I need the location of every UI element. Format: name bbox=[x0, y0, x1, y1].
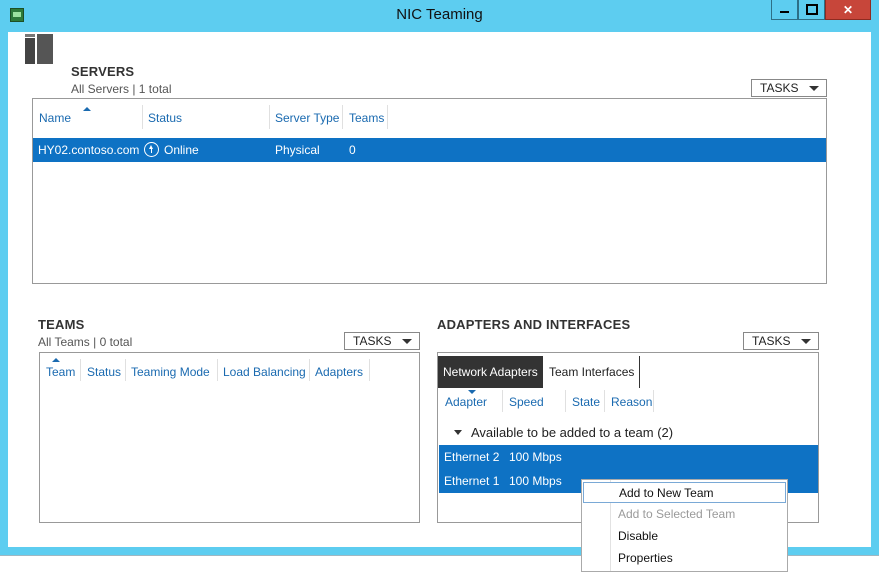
server-name: HY02.contoso.com bbox=[38, 143, 140, 157]
column-divider bbox=[142, 105, 143, 129]
menu-item-add-to-selected-team[interactable]: Add to Selected Team bbox=[583, 504, 786, 525]
close-button[interactable]: ✕ bbox=[825, 0, 871, 20]
column-header-load-balancing[interactable]: Load Balancing bbox=[223, 365, 306, 379]
menu-item-disable[interactable]: Disable bbox=[583, 526, 786, 547]
minimize-button[interactable] bbox=[771, 0, 798, 20]
menu-item-properties[interactable]: Properties bbox=[583, 548, 786, 569]
column-divider bbox=[565, 390, 566, 412]
adapters-tasks-label: TASKS bbox=[752, 334, 791, 348]
teams-tasks-label: TASKS bbox=[353, 334, 392, 348]
column-divider bbox=[269, 105, 270, 129]
adapter-name: Ethernet 2 bbox=[444, 450, 500, 464]
tab-team-interfaces[interactable]: Team Interfaces bbox=[544, 356, 641, 388]
adapter-speed: 100 Mbps bbox=[509, 474, 562, 488]
servers-tasks-dropdown[interactable]: TASKS bbox=[751, 79, 827, 97]
server-type: Physical bbox=[275, 143, 320, 157]
chevron-down-icon bbox=[801, 339, 811, 344]
table-row[interactable]: Ethernet 2 100 Mbps bbox=[439, 445, 818, 469]
column-divider bbox=[604, 390, 605, 412]
column-header-server-type[interactable]: Server Type bbox=[275, 111, 339, 125]
sort-ascending-icon bbox=[52, 358, 60, 362]
adapter-speed: 100 Mbps bbox=[509, 450, 562, 464]
sort-ascending-icon bbox=[83, 107, 91, 111]
column-header-status[interactable]: Status bbox=[148, 111, 182, 125]
maximize-button[interactable] bbox=[798, 0, 825, 20]
servers-title: SERVERS bbox=[71, 64, 135, 79]
teams-tasks-dropdown[interactable]: TASKS bbox=[344, 332, 420, 350]
column-header-reason[interactable]: Reason bbox=[611, 395, 652, 409]
window-title: NIC Teaming bbox=[396, 6, 483, 23]
adapter-name: Ethernet 1 bbox=[444, 474, 500, 488]
column-header-teams[interactable]: Teams bbox=[349, 111, 384, 125]
column-divider bbox=[309, 359, 310, 381]
column-header-status[interactable]: Status bbox=[87, 365, 121, 379]
adapters-title: ADAPTERS AND INTERFACES bbox=[437, 317, 631, 332]
column-divider bbox=[217, 359, 218, 381]
chevron-down-icon bbox=[809, 86, 819, 91]
window-controls: ✕ bbox=[771, 0, 871, 20]
column-header-adapter[interactable]: Adapter bbox=[445, 395, 487, 409]
menu-item-add-to-new-team[interactable]: Add to New Team bbox=[583, 482, 786, 503]
server-status: Online bbox=[164, 143, 199, 157]
online-arrow-icon bbox=[144, 142, 159, 157]
column-header-team[interactable]: Team bbox=[46, 365, 75, 379]
column-header-teaming-mode[interactable]: Teaming Mode bbox=[131, 365, 210, 379]
column-divider bbox=[125, 359, 126, 381]
column-divider bbox=[387, 105, 388, 129]
column-header-state[interactable]: State bbox=[572, 395, 600, 409]
servers-tasks-label: TASKS bbox=[760, 81, 799, 95]
context-menu: Add to New Team Add to Selected Team Dis… bbox=[581, 479, 788, 572]
column-header-name[interactable]: Name bbox=[39, 111, 71, 125]
column-divider bbox=[342, 105, 343, 129]
servers-icon bbox=[25, 34, 55, 64]
title-bar: NIC Teaming ✕ bbox=[0, 0, 879, 32]
column-divider bbox=[80, 359, 81, 381]
teams-panel: Team Status Teaming Mode Load Balancing … bbox=[39, 352, 420, 523]
collapse-triangle-icon[interactable] bbox=[454, 430, 462, 435]
teams-title: TEAMS bbox=[38, 317, 85, 332]
adapters-tasks-dropdown[interactable]: TASKS bbox=[743, 332, 819, 350]
servers-panel: Name Status Server Type Teams HY02.conto… bbox=[32, 98, 827, 284]
column-header-speed[interactable]: Speed bbox=[509, 395, 544, 409]
group-header: Available to be added to a team (2) bbox=[471, 425, 674, 440]
sort-descending-icon bbox=[468, 390, 476, 394]
column-divider bbox=[369, 359, 370, 381]
tab-network-adapters[interactable]: Network Adapters bbox=[438, 356, 543, 388]
column-header-adapters[interactable]: Adapters bbox=[315, 365, 363, 379]
teams-subtitle: All Teams | 0 total bbox=[38, 335, 133, 349]
column-divider bbox=[502, 390, 503, 412]
servers-subtitle: All Servers | 1 total bbox=[71, 82, 172, 96]
chevron-down-icon bbox=[402, 339, 412, 344]
table-row[interactable]: HY02.contoso.com Online Physical 0 bbox=[33, 138, 826, 162]
server-teams-count: 0 bbox=[349, 143, 356, 157]
column-divider bbox=[653, 390, 654, 412]
